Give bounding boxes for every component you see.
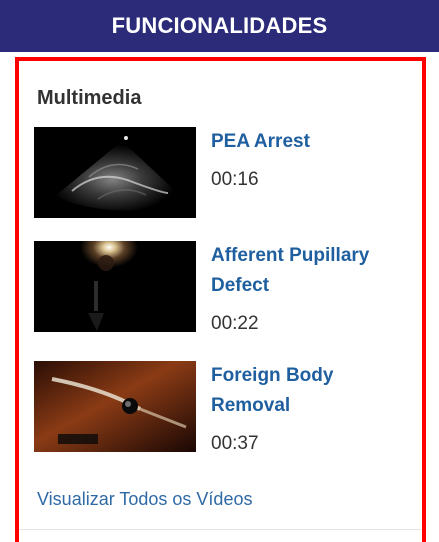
multimedia-panel: Multimedia PEA Arrest 00:16 Afferent Pup…	[15, 57, 426, 542]
video-item-pea-arrest[interactable]: PEA Arrest 00:16	[34, 127, 414, 227]
features-header: FUNCIONALIDADES	[0, 0, 439, 52]
video-duration: 00:16	[211, 169, 259, 190]
video-item-afferent-pupillary-defect[interactable]: Afferent Pupillary Defect 00:22	[34, 241, 414, 341]
pupil-thumbnail[interactable]	[34, 241, 196, 332]
video-duration: 00:37	[211, 433, 259, 454]
video-item-foreign-body-removal[interactable]: Foreign Body Removal 00:37	[34, 361, 414, 461]
foreign-body-thumbnail[interactable]	[34, 361, 196, 452]
video-title[interactable]: Afferent Pupillary Defect	[211, 241, 411, 301]
panel-divider	[19, 529, 422, 530]
video-title[interactable]: Foreign Body Removal	[211, 361, 411, 421]
video-title[interactable]: PEA Arrest	[211, 127, 411, 157]
ultrasound-thumbnail[interactable]	[34, 127, 196, 218]
features-header-title: FUNCIONALIDADES	[111, 13, 328, 38]
multimedia-title: Multimedia	[37, 87, 142, 109]
video-duration: 00:22	[211, 313, 259, 334]
view-all-videos-link[interactable]: Visualizar Todos os Vídeos	[37, 489, 252, 510]
